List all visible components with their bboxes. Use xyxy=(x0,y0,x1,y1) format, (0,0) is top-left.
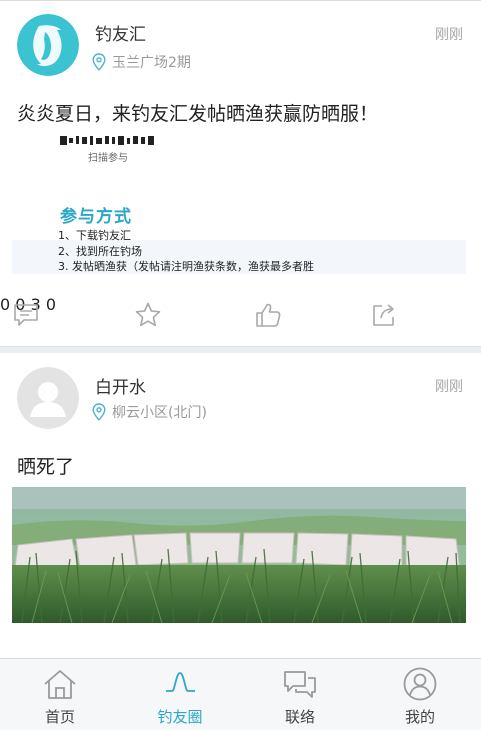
photo-grass-steps xyxy=(12,487,466,623)
chat-icon xyxy=(284,671,316,698)
tab-home[interactable]: 首页 xyxy=(0,659,120,730)
avatar[interactable] xyxy=(17,367,79,429)
tab-home-label: 首页 xyxy=(44,708,75,726)
default-avatar-icon xyxy=(17,367,79,429)
tab-contact[interactable]: 联络 xyxy=(240,659,360,730)
username[interactable]: 钓友汇 xyxy=(95,20,146,45)
post-divider xyxy=(0,346,481,353)
comment-count: 0 xyxy=(0,295,11,314)
comment-icon xyxy=(14,304,38,326)
like-button[interactable] xyxy=(254,295,282,335)
user-icon xyxy=(403,667,437,701)
thumbs-up-icon xyxy=(256,303,281,327)
share-count: 0 xyxy=(45,295,57,314)
star-icon xyxy=(135,302,161,327)
avatar[interactable] xyxy=(17,14,79,76)
poster-heading: 参与方式 xyxy=(60,207,132,227)
post-card[interactable]: 白开水 刚刚 柳云小区(北门) 晒死了 xyxy=(0,353,481,658)
post-image[interactable] xyxy=(12,487,466,623)
tab-fishing-circle[interactable]: 钓友圈 xyxy=(120,659,240,730)
username[interactable]: 白开水 xyxy=(95,373,146,398)
tab-fishing-circle-label: 钓友圈 xyxy=(157,708,203,726)
share-button[interactable] xyxy=(370,295,398,335)
location-text: 玉兰广场2期 xyxy=(112,55,191,71)
tab-mine[interactable]: 我的 xyxy=(360,659,480,730)
fishing-circle-icon xyxy=(166,672,195,692)
feed: 钓友汇 刚刚 玉兰广场2期 炎炎夏日，来钓友汇发帖晒渔获赢防晒服！ 扫描参与 参… xyxy=(0,0,481,658)
post-text: 晒死了 xyxy=(17,456,75,478)
poster-scan-text: 扫描参与 xyxy=(88,153,128,164)
post-actions: 0 0 3 0 xyxy=(0,295,481,335)
favorite-button[interactable] xyxy=(134,295,162,335)
tab-mine-label: 我的 xyxy=(404,708,435,726)
share-icon xyxy=(373,304,394,326)
bottom-tab-bar: 首页 钓友圈 联络 我的 xyxy=(0,658,481,730)
post-time: 刚刚 xyxy=(435,27,463,43)
app-logo-icon xyxy=(17,14,79,76)
location-text: 柳云小区(北门) xyxy=(112,405,207,421)
tab-contact-label: 联络 xyxy=(284,708,315,726)
post-card[interactable]: 钓友汇 刚刚 玉兰广场2期 炎炎夏日，来钓友汇发帖晒渔获赢防晒服！ 扫描参与 参… xyxy=(0,0,481,346)
location-pin-icon xyxy=(92,53,106,71)
home-icon xyxy=(44,670,76,699)
poster-step-1: 1、下载钓友汇 xyxy=(58,229,131,242)
poster-step-2: 2、找到所在钓场 xyxy=(58,245,142,258)
comment-button[interactable] xyxy=(12,295,40,335)
location[interactable]: 玉兰广场2期 xyxy=(92,52,191,72)
location-pin-icon xyxy=(92,403,106,421)
post-time: 刚刚 xyxy=(435,379,463,395)
location[interactable]: 柳云小区(北门) xyxy=(92,402,207,422)
poster-step-3: 3. 发帖晒渔获（发帖请注明渔获条数，渔获最多者胜 xyxy=(58,260,314,273)
post-text: 炎炎夏日，来钓友汇发帖晒渔获赢防晒服！ xyxy=(17,103,379,125)
post-image[interactable]: 扫描参与 参与方式 1、下载钓友汇 2、找到所在钓场 3. 发帖晒渔获（发帖请注… xyxy=(12,136,466,274)
